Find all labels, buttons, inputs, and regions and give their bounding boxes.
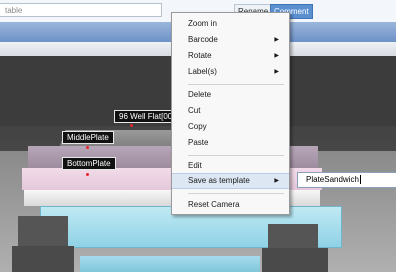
carrier-foot-right-low	[262, 248, 328, 272]
marker-96-well-plate	[130, 124, 133, 127]
submenu-arrow-icon: ▶	[274, 53, 279, 59]
carrier-foot-left-low	[12, 246, 74, 272]
menu-item-reset-camera[interactable]: Reset Camera	[172, 197, 289, 213]
menu-item-labels[interactable]: Label(s) ▶	[172, 64, 289, 80]
menu-item-delete[interactable]: Delete	[172, 87, 289, 103]
menu-item-label: Edit	[188, 161, 202, 170]
menu-item-label: Copy	[188, 122, 207, 131]
menu-item-label: Zoom in	[188, 19, 217, 28]
label-bottom-plate: BottomPlate	[62, 157, 116, 170]
text-caret	[359, 175, 361, 185]
name-input[interactable]: table	[0, 3, 162, 17]
submenu-arrow-icon: ▶	[274, 178, 279, 184]
menu-item-barcode[interactable]: Barcode ▶	[172, 32, 289, 48]
menu-item-save-as-template[interactable]: Save as template ▶	[172, 173, 289, 189]
marker-middle-plate	[86, 146, 89, 149]
menu-item-label: Paste	[188, 138, 209, 147]
submenu-arrow-icon: ▶	[274, 37, 279, 43]
menu-item-label: Save as template	[188, 176, 250, 185]
menu-item-label: Barcode	[188, 35, 218, 44]
submenu-arrow-icon: ▶	[274, 69, 279, 75]
menu-item-rotate[interactable]: Rotate ▶	[172, 48, 289, 64]
menu-item-label: Cut	[188, 106, 201, 115]
menu-item-copy[interactable]: Copy	[172, 119, 289, 135]
menu-separator	[188, 84, 284, 85]
carrier-foot-left	[18, 216, 68, 250]
template-name-value: PlateSandwich	[306, 175, 359, 184]
menu-item-label: Label(s)	[188, 67, 217, 76]
menu-separator	[188, 155, 284, 156]
label-middle-plate: MiddlePlate	[62, 131, 114, 144]
template-name-input[interactable]: PlateSandwich	[297, 172, 396, 188]
context-menu: Zoom in Barcode ▶ Rotate ▶ Label(s) ▶ De…	[171, 12, 290, 215]
menu-item-paste[interactable]: Paste	[172, 135, 289, 151]
menu-item-zoom-in[interactable]: Zoom in	[172, 16, 289, 32]
carrier-front-panel	[80, 256, 260, 272]
marker-bottom-plate	[86, 173, 89, 176]
menu-item-label: Delete	[188, 90, 212, 99]
menu-separator	[188, 193, 284, 194]
menu-item-cut[interactable]: Cut	[172, 103, 289, 119]
menu-item-edit[interactable]: Edit	[172, 158, 289, 174]
menu-item-label: Reset Camera	[188, 200, 240, 209]
menu-item-label: Rotate	[188, 51, 212, 60]
